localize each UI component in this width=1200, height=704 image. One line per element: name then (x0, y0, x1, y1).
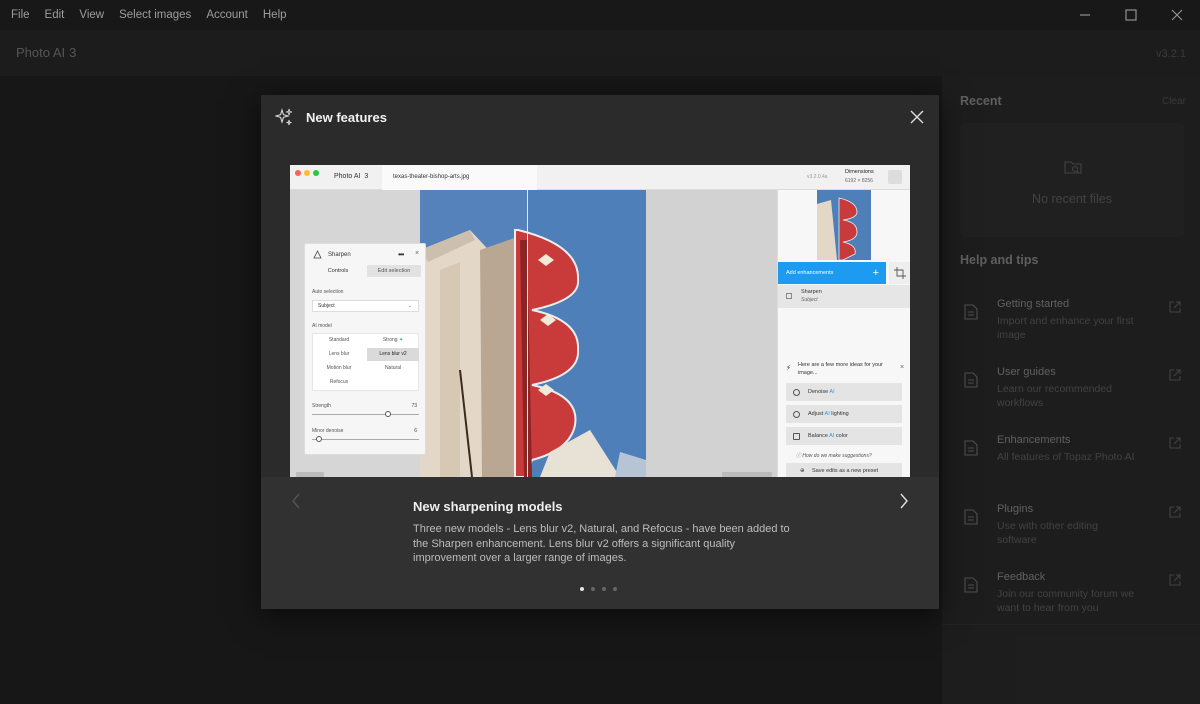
auto-selection-label: Auto selection (312, 289, 344, 295)
preview-app-name: Photo AI 3 (334, 173, 369, 180)
sun-icon (793, 411, 800, 418)
strength-value: 73 (411, 403, 417, 409)
ideas-title: Here are a few more ideas for your image… (798, 362, 883, 376)
auto-selection-select: Subject ⌄ (312, 300, 419, 312)
ai-model-label: AI model (312, 323, 332, 329)
sharpen-panel: Sharpen ••• × Controls Edit selection Au… (304, 243, 426, 455)
app-window: File Edit View Select images Account Hel… (0, 0, 1200, 704)
feature-preview-image: Photo AI 3 texas-theater-bishop-arts.jpg… (290, 165, 910, 477)
model-option: Strong ✦ (382, 337, 404, 343)
idea-adjust-lighting: Adjust AI lighting (786, 405, 902, 423)
slider-knob (316, 436, 322, 442)
modal-title: New features (306, 110, 387, 125)
next-slide-button[interactable] (899, 493, 909, 509)
idea-denoise: Denoise AI (786, 383, 902, 401)
model-option: Lens blur (328, 351, 350, 357)
enhancement-subject: Subject (801, 297, 818, 303)
preview-right-panel: Add enhancements + Sharpen Subject ⚡ Her… (777, 190, 910, 477)
pagination-dot[interactable] (613, 587, 617, 591)
tab-edit-selection: Edit selection (367, 265, 421, 277)
tab-controls: Controls (327, 268, 349, 274)
slide-pagination (580, 587, 617, 591)
model-option: Motion blur (326, 365, 352, 371)
traffic-light-close (295, 170, 301, 176)
more-options-icon: ••• (398, 250, 404, 259)
photo-theater-sign (420, 190, 646, 477)
slide-caption: New sharpening models Three new models -… (261, 477, 939, 609)
model-option-selected: Lens blur v2 (367, 348, 419, 361)
chevron-down-icon: ⌄ (407, 303, 412, 309)
pagination-dot[interactable] (602, 587, 606, 591)
preview-version: v3.2.0.4a (807, 174, 828, 180)
add-enhancements-button: Add enhancements + (778, 262, 886, 284)
preview-thumbnail (817, 190, 871, 260)
idea-balance-color: Balance AI color (786, 427, 902, 445)
new-features-modal: New features Photo AI 3 texas-theater-bi… (261, 95, 939, 609)
preview-titlebar: Photo AI 3 texas-theater-bishop-arts.jpg… (290, 165, 910, 190)
panel-toggle-icon (888, 170, 902, 184)
strength-label: Strength (312, 403, 331, 409)
lightning-icon: ⚡ (786, 365, 791, 372)
strength-slider (312, 411, 419, 417)
close-icon: × (415, 250, 420, 257)
compare-split-line[interactable] (527, 190, 528, 477)
preview-dimensions-label: Dimensions (845, 169, 874, 175)
modal-close-button[interactable] (909, 109, 925, 125)
slide-description: Three new models - Lens blur v2, Natural… (413, 523, 790, 564)
ai-model-grid: Standard Strong ✦ Lens blur Lens blur v2… (312, 333, 419, 391)
previous-slide-button[interactable] (291, 493, 301, 509)
slide-title: New sharpening models (413, 499, 563, 514)
preview-canvas-bg (646, 190, 777, 477)
info-icon: ⓘ (796, 453, 802, 459)
plus-icon: + (872, 267, 879, 279)
crop-icon (889, 262, 910, 284)
slider-knob (385, 411, 391, 417)
denoise-icon (793, 389, 800, 396)
how-suggestions-link: ⓘ How do we make suggestions? (796, 453, 872, 459)
sharpen-title: Sharpen (328, 252, 351, 258)
sparkle-icon (275, 108, 293, 126)
traffic-light-minimize (304, 170, 310, 176)
pagination-dot[interactable] (591, 587, 595, 591)
preview-file-name: texas-theater-bishop-arts.jpg (393, 174, 470, 180)
triangle-icon (313, 250, 322, 259)
minor-denoise-value: 6 (414, 428, 417, 434)
minor-denoise-label: Minor denoise (312, 428, 344, 434)
triangle-icon (786, 293, 792, 299)
model-option: Natural (384, 365, 402, 371)
enhancement-row-sharpen: Sharpen Subject (778, 285, 910, 308)
save-preset-button: ⊕ Save edits as a new preset (786, 463, 902, 477)
auto-selection-value: Subject (318, 303, 335, 309)
traffic-light-zoom (313, 170, 319, 176)
minor-denoise-slider (312, 436, 419, 442)
model-option: Refocus (329, 379, 349, 385)
color-icon (793, 433, 800, 440)
pagination-dot-active[interactable] (580, 587, 584, 591)
preview-dimensions-value: 6192 × 8256 (845, 178, 873, 184)
close-icon: × (900, 364, 905, 371)
plus-circle-icon: ⊕ (800, 468, 805, 474)
enhancement-name: Sharpen (801, 289, 822, 295)
model-option: Standard (328, 337, 350, 343)
